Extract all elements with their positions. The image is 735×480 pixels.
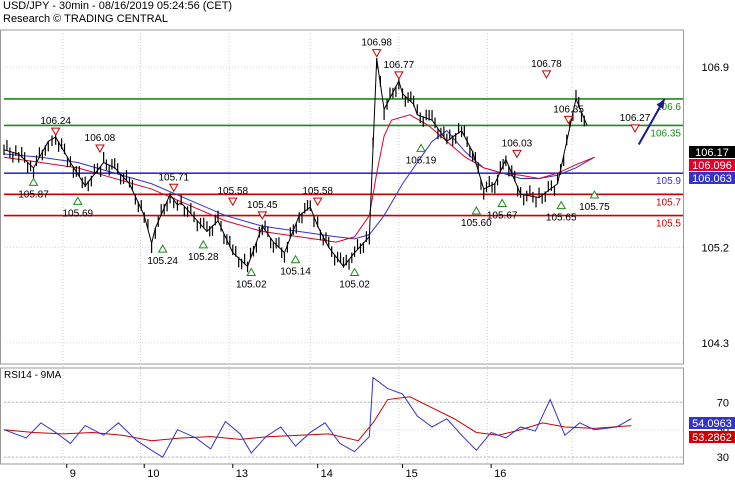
peak-marker xyxy=(393,71,404,80)
trough-label: 105.02 xyxy=(236,279,267,290)
trough-label: 105.75 xyxy=(579,202,610,213)
y-tick-label: 105.2 xyxy=(701,242,729,254)
trough-marker xyxy=(72,196,83,205)
y-tick-label: 104.3 xyxy=(701,338,729,350)
trough-marker xyxy=(471,205,482,215)
peak-label: 106.03 xyxy=(502,138,533,149)
peak-label: 106.78 xyxy=(531,59,562,70)
trough-marker xyxy=(497,198,508,208)
main-panel-frame xyxy=(0,29,684,365)
peak-marker xyxy=(630,124,640,133)
x-tick-label: 13 xyxy=(236,468,248,480)
peak-marker xyxy=(95,144,105,154)
peak-label: 106.98 xyxy=(361,38,392,49)
trough-marker xyxy=(556,200,567,210)
price-badge-label: 106.063 xyxy=(692,173,732,185)
x-tick-label: 15 xyxy=(406,468,418,480)
peak-label: 105.45 xyxy=(247,200,278,211)
rsi-title: RSI14 - 9MA xyxy=(4,370,62,381)
trough-marker xyxy=(290,254,301,264)
peak-label: 105.58 xyxy=(302,186,333,197)
rsi-tick-label: 30 xyxy=(717,452,729,464)
level-label: 105.7 xyxy=(656,197,681,208)
peak-marker xyxy=(371,49,382,58)
rsi-line xyxy=(3,376,632,458)
price-badge-label: 106.096 xyxy=(692,160,732,172)
trough-label: 105.65 xyxy=(546,213,577,224)
y-tick-label: 106.9 xyxy=(701,62,729,74)
trough-marker xyxy=(246,267,257,276)
trough-marker xyxy=(198,239,209,249)
trough-label: 105.24 xyxy=(147,256,178,267)
trough-label: 105.67 xyxy=(487,211,518,222)
x-tick-label: 16 xyxy=(494,468,506,480)
peak-marker xyxy=(541,70,552,79)
trough-label: 105.69 xyxy=(63,208,94,219)
trough-label: 105.87 xyxy=(18,189,49,200)
level-label: 105.5 xyxy=(656,219,681,230)
peak-label: 106.35 xyxy=(553,104,584,115)
peak-label: 106.24 xyxy=(40,116,71,127)
peak-label: 105.58 xyxy=(217,186,248,197)
trough-marker xyxy=(349,267,360,276)
peak-marker xyxy=(227,197,238,207)
rsi-badge-label: 53.2862 xyxy=(692,432,732,444)
peak-label: 106.77 xyxy=(384,60,415,71)
level-label: 105.9 xyxy=(656,176,681,187)
trough-label: 105.28 xyxy=(188,252,219,263)
peak-marker xyxy=(512,149,522,159)
peak-label: 105.71 xyxy=(158,172,189,183)
price-badge-label: 106.17 xyxy=(695,147,729,159)
x-tick-label: 14 xyxy=(321,468,333,480)
trough-marker xyxy=(28,177,39,186)
rsi-ma-line xyxy=(3,396,632,442)
trough-label: 105.02 xyxy=(339,279,370,290)
peak-marker xyxy=(312,197,323,207)
level-label: 106.35 xyxy=(650,128,681,139)
rsi-tick-label: 70 xyxy=(717,397,729,409)
trough-marker xyxy=(416,143,426,152)
rsi-badge-label: 54.0963 xyxy=(692,418,732,430)
peak-marker xyxy=(168,183,179,193)
trough-marker xyxy=(157,244,168,253)
peak-marker xyxy=(50,127,61,137)
trough-label: 106.19 xyxy=(406,155,437,166)
trough-label: 105.14 xyxy=(280,267,311,278)
chart-canvas: 9 10 13 14 15 16104.3105.2106.9305070106.6106… xyxy=(0,29,735,480)
x-tick-label: 9 xyxy=(70,468,76,480)
peak-label: 106.27 xyxy=(620,113,651,124)
rsi-panel-frame xyxy=(0,367,684,465)
price-line xyxy=(3,58,588,268)
x-tick-label: 10 xyxy=(147,468,159,480)
peak-label: 106.08 xyxy=(85,133,116,144)
